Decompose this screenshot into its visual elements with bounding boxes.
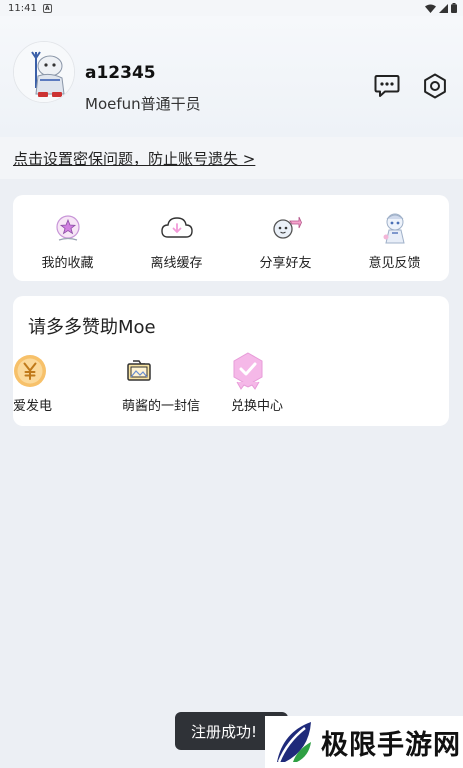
sponsor-letter[interactable]: 萌酱的一封信 (122, 352, 231, 416)
sponsor-redeem-center[interactable]: 兑换中心 (231, 352, 340, 416)
shortcut-share[interactable]: 分享好友 (231, 195, 340, 281)
shortcut-label: 离线缓存 (150, 256, 203, 271)
feedback-icon (383, 213, 405, 244)
shortcut-label: 分享好友 (259, 256, 312, 271)
avatar[interactable] (13, 41, 75, 103)
shortcut-label: 我的收藏 (41, 256, 94, 271)
redeem-badge-icon (233, 352, 263, 390)
watermark-text: 极限手游网 (321, 729, 461, 761)
shortcut-feedback[interactable]: 意见反馈 (340, 195, 449, 281)
gear-icon (424, 73, 446, 99)
watermark-logo: 极限手游网 (265, 716, 463, 768)
sponsor-empty-slot (340, 352, 449, 416)
favorites-icon (55, 215, 80, 241)
status-time: 11:41 (8, 2, 37, 14)
shortcut-offline-cache[interactable]: 离线缓存 (122, 195, 231, 281)
sponsor-label: 萌酱的一封信 (122, 399, 201, 414)
watermark-leaf-icon (277, 722, 311, 763)
sponsor-label: 爱发电 (13, 399, 53, 414)
battery-icon (451, 3, 457, 13)
username: a12345 (85, 63, 156, 83)
toast-text: 注册成功! (191, 722, 258, 741)
user-role: Moefun普通干员 (85, 95, 201, 113)
avatar-mascot-icon (14, 42, 74, 102)
chat-bubble-icon (374, 75, 400, 97)
sponsor-afdian[interactable]: 爱发电 (13, 352, 122, 416)
settings-button[interactable] (421, 72, 449, 100)
profile-header: a12345 Moefun普通干员 (0, 16, 463, 137)
sponsor-card: 请多多赞助Moe 爱发电 萌酱的一封信 兑换中心 (13, 296, 449, 426)
share-icon (272, 216, 302, 239)
security-question-notice[interactable]: 点击设置密保问题，防止账号遗失 > (0, 137, 463, 179)
status-bar: 11:41 A (0, 0, 463, 16)
sponsor-title: 请多多赞助Moe (28, 317, 156, 338)
messages-button[interactable] (373, 72, 401, 100)
sponsor-label: 兑换中心 (231, 399, 284, 414)
wifi-icon (425, 4, 436, 13)
offline-cache-icon (160, 217, 193, 238)
letter-icon (127, 360, 151, 381)
app-notification-icon: A (42, 3, 52, 13)
shortcut-favorites[interactable]: 我的收藏 (13, 195, 122, 281)
signal-icon (439, 3, 448, 13)
shortcut-label: 意见反馈 (368, 256, 421, 271)
notice-link[interactable]: 点击设置密保问题，防止账号遗失 > (13, 148, 255, 169)
yen-coin-icon (14, 355, 46, 387)
shortcuts-card: 我的收藏 离线缓存 分享好友 意见反馈 (13, 195, 449, 281)
